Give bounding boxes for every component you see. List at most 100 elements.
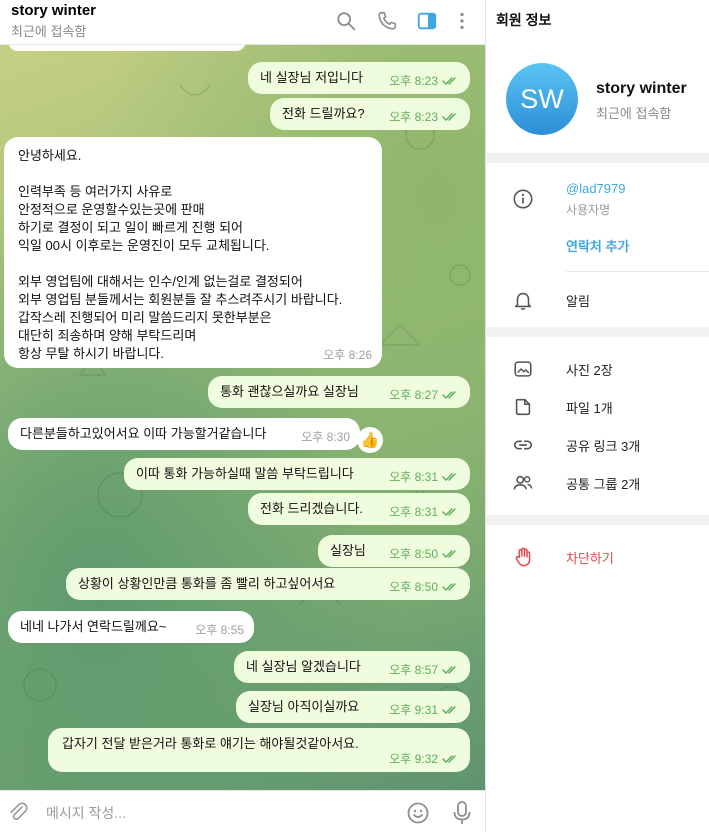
composer [0, 790, 485, 833]
chat-title[interactable]: story winter [11, 2, 96, 19]
outgoing-message[interactable]: 전화 드릴까요? 오후 8:23 [270, 98, 470, 130]
profile-header-section: 회원 정보 SW story winter 최근에 접속함 [486, 0, 709, 153]
message-meta: 오후 9:31 [389, 701, 460, 719]
message-time: 오후 8:50 [389, 547, 438, 561]
outgoing-message[interactable]: 네 실장님 저입니다 오후 8:23 [248, 62, 470, 94]
message-time: 오후 9:32 [389, 752, 438, 766]
message-text: 실장님 아직이실까요 [248, 699, 360, 714]
message-text: 네 실장님 알겠습니다 [246, 659, 361, 674]
message-meta: 오후 8:26 [323, 346, 372, 364]
message-meta: 오후 8:31 [389, 468, 460, 486]
message-text: 다른분들하고있어서요 이따 가능할거같습니다 [20, 426, 267, 441]
info-icon [513, 189, 533, 209]
message-time: 오후 8:50 [389, 580, 438, 594]
message-meta: 오후 8:23 [389, 72, 460, 90]
message-time: 오후 8:26 [323, 348, 372, 362]
chat-status: 최근에 접속함 [11, 24, 87, 39]
media-row-files[interactable]: 파일 1개 [486, 389, 709, 425]
profile-panel: 회원 정보 SW story winter 최근에 접속함 @lad7979 사… [485, 0, 709, 832]
message-time: 오후 8:31 [389, 505, 438, 519]
thumbs-up-icon: 👍 [360, 432, 380, 449]
reaction-badge[interactable]: 👍 [357, 427, 383, 453]
message-meta: 오후 8:57 [389, 661, 460, 679]
message-text: 이따 통화 가능하실때 말씀 부탁드립니다 [136, 466, 354, 481]
more-vertical-icon[interactable] [451, 10, 473, 32]
message-text: 네네 나가서 연락드릴께요~ [20, 619, 167, 634]
username[interactable]: @lad7979 [566, 181, 625, 196]
incoming-message[interactable]: 안녕하세요. 인력부족 등 여러가지 사유로 안정적으로 운영할수있는곳에 판매… [4, 137, 382, 368]
block-section: 차단하기 [486, 525, 709, 832]
avatar[interactable]: SW [506, 63, 578, 135]
message-text: 통화 괜찮으실까요 실장님 [220, 384, 359, 399]
incoming-message[interactable]: 다른분들하고있어서요 이따 가능할거같습니다 오후 8:30 [8, 418, 360, 450]
message-meta: 오후 8:55 [195, 621, 244, 639]
double-check-icon [442, 706, 456, 715]
search-icon[interactable] [335, 10, 357, 32]
message-meta: 오후 8:50 [389, 578, 460, 596]
double-check-icon [442, 583, 456, 592]
username-label: 사용자명 [566, 203, 611, 217]
emoji-icon[interactable] [406, 801, 430, 825]
media-label-groups: 공통 그룹 2개 [566, 476, 641, 492]
double-check-icon [442, 666, 456, 675]
message-meta: 오후 8:23 [389, 108, 460, 126]
message-text: 상황이 상황인만큼 통화를 좀 빨리 하고싶어서요 [78, 576, 336, 591]
notifications-label: 알림 [566, 293, 590, 309]
double-check-icon [442, 755, 456, 764]
message-time: 오후 8:57 [389, 663, 438, 677]
message-time: 오후 8:30 [301, 430, 350, 444]
file-icon [515, 398, 531, 416]
message-text: 실장님 [330, 543, 366, 558]
message-input[interactable] [44, 801, 388, 825]
paperclip-icon[interactable] [7, 801, 29, 823]
message-text: 갑자기 전달 받은거라 통화로 얘기는 해야될것같아서요. [62, 736, 359, 751]
outgoing-message[interactable]: 통화 괜찮으실까요 실장님 오후 8:27 [208, 376, 470, 408]
chat-header: story winter 최근에 접속함 [0, 0, 485, 45]
group-icon [513, 475, 533, 490]
link-icon [513, 440, 533, 450]
message-meta: 오후 8:50 [389, 545, 460, 563]
double-check-icon [442, 391, 456, 400]
block-user-button[interactable]: 차단하기 [486, 539, 709, 575]
add-contact-button[interactable]: 연락처 추가 [566, 236, 629, 255]
outgoing-message[interactable]: 상황이 상황인만큼 통화를 좀 빨리 하고싶어서요 오후 8:50 [66, 568, 470, 600]
message-text: 네 실장님 저입니다 [260, 70, 363, 85]
outgoing-message[interactable]: 실장님 아직이실까요 오후 9:31 [236, 691, 470, 723]
message-text: 전화 드리겠습니다. [260, 501, 363, 516]
media-row-groups[interactable]: 공통 그룹 2개 [486, 465, 709, 501]
message-time: 오후 8:23 [389, 110, 438, 124]
microphone-icon[interactable] [450, 800, 474, 826]
profile-name: story winter [596, 80, 687, 97]
photo-icon [514, 361, 532, 377]
shared-media-section: 사진 2장 파일 1개 공유 링크 3개 공통 그룹 2개 [486, 337, 709, 515]
message-time: 오후 8:27 [389, 388, 438, 402]
message-text: 전화 드릴까요? [282, 106, 365, 121]
phone-icon[interactable] [376, 10, 398, 32]
avatar-initials: SW [520, 83, 564, 114]
sidebar-toggle-icon[interactable] [416, 10, 438, 32]
media-label-links: 공유 링크 3개 [566, 438, 641, 454]
double-check-icon [442, 473, 456, 482]
double-check-icon [442, 508, 456, 517]
block-label: 차단하기 [566, 550, 614, 566]
outgoing-message[interactable]: 전화 드리겠습니다. 오후 8:31 [248, 493, 470, 525]
outgoing-message[interactable]: 실장님 오후 8:50 [318, 535, 470, 567]
outgoing-message[interactable]: 네 실장님 알겠습니다 오후 8:57 [234, 651, 470, 683]
incoming-message[interactable]: 네네 나가서 연락드릴께요~ 오후 8:55 [8, 611, 254, 643]
media-label-files: 파일 1개 [566, 400, 613, 416]
profile-info-section: @lad7979 사용자명 연락처 추가 알림 [486, 163, 709, 327]
divider [566, 271, 709, 272]
message-meta: 오후 8:31 [389, 503, 460, 521]
media-row-photos[interactable]: 사진 2장 [486, 351, 709, 387]
message-meta: 오후 8:30 [301, 428, 350, 446]
outgoing-message[interactable]: 이따 통화 가능하실때 말씀 부탁드립니다 오후 8:31 [124, 458, 470, 490]
media-row-links[interactable]: 공유 링크 3개 [486, 427, 709, 463]
outgoing-message[interactable]: 갑자기 전달 받은거라 통화로 얘기는 해야될것같아서요. 오후 9:32 [48, 728, 470, 772]
notifications-row[interactable]: 알림 [486, 282, 709, 318]
message-meta: 오후 9:32 [389, 750, 460, 768]
media-label-photos: 사진 2장 [566, 362, 613, 378]
double-check-icon [442, 113, 456, 122]
message-text: 안녕하세요. 인력부족 등 여러가지 사유로 안정적으로 운영할수있는곳에 판매… [18, 148, 343, 361]
double-check-icon [442, 550, 456, 559]
stop-hand-icon [515, 547, 531, 567]
